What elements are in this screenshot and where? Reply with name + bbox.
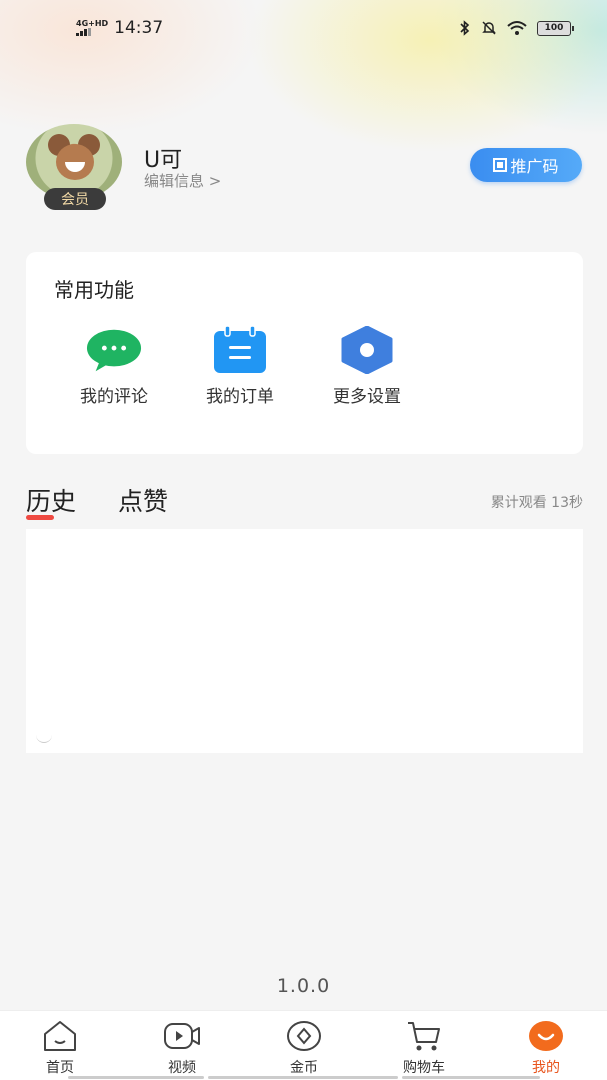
battery-level: 100 bbox=[544, 23, 564, 33]
active-tab-indicator bbox=[26, 515, 54, 520]
more-settings-button[interactable]: 更多设置 bbox=[317, 326, 417, 407]
promo-code-label: 推广码 bbox=[510, 157, 559, 176]
wifi-icon bbox=[507, 21, 527, 35]
cart-icon bbox=[384, 1019, 464, 1053]
watch-total-text: 累计观看 13秒 bbox=[490, 495, 583, 511]
app-version: 1.0.0 bbox=[276, 975, 331, 997]
nav-coins[interactable]: 金币 bbox=[264, 1019, 344, 1077]
nav-scroll-indicator-1 bbox=[68, 1076, 204, 1079]
edit-info-link[interactable]: 编辑信息 > bbox=[144, 170, 221, 191]
more-settings-label: 更多设置 bbox=[333, 387, 401, 407]
network-indicator: 4G+HD bbox=[76, 20, 108, 36]
network-label: 4G+HD bbox=[76, 19, 109, 28]
status-left: 4G+HD 14:37 bbox=[76, 18, 163, 38]
my-comments-label: 我的评论 bbox=[80, 387, 148, 407]
promo-code-button[interactable]: 推广码 bbox=[470, 148, 582, 182]
profile-header: 会员 U可 编辑信息 > 推广码 bbox=[26, 124, 586, 214]
common-functions-title: 常用功能 bbox=[54, 278, 134, 302]
my-comments-button[interactable]: 我的评论 bbox=[64, 326, 164, 407]
history-tabs: 历史 点赞 累计观看 13秒 bbox=[26, 482, 583, 522]
battery-icon: 100 bbox=[537, 20, 574, 36]
mute-bell-icon bbox=[482, 21, 496, 35]
nav-cart-label: 购物车 bbox=[403, 1060, 445, 1076]
order-clipboard-icon bbox=[212, 326, 268, 374]
nav-scroll-indicator-3 bbox=[402, 1076, 540, 1079]
nav-home[interactable]: 首页 bbox=[20, 1019, 100, 1077]
profile-icon bbox=[506, 1019, 586, 1053]
comment-bubble-icon bbox=[86, 326, 142, 374]
signal-icon bbox=[76, 28, 91, 36]
status-bar: 4G+HD 14:37 100 bbox=[0, 0, 607, 56]
qr-code-icon bbox=[493, 158, 508, 172]
my-orders-button[interactable]: 我的订单 bbox=[190, 326, 290, 407]
vip-badge: 会员 bbox=[44, 188, 106, 210]
nav-home-label: 首页 bbox=[46, 1060, 74, 1076]
nav-video[interactable]: 视频 bbox=[142, 1019, 222, 1077]
nav-cart[interactable]: 购物车 bbox=[384, 1019, 464, 1077]
home-icon bbox=[20, 1019, 100, 1053]
tab-history[interactable]: 历史 bbox=[26, 482, 76, 518]
nav-video-label: 视频 bbox=[168, 1060, 196, 1076]
status-right: 100 bbox=[459, 20, 574, 36]
coin-icon bbox=[264, 1019, 344, 1053]
bottom-nav: 首页 视频 金币 购物车 我的 bbox=[0, 1010, 607, 1080]
bluetooth-icon bbox=[460, 20, 470, 36]
common-functions-card: 常用功能 我的评论 我的订单 更多设置 bbox=[26, 252, 583, 454]
settings-hexagon-icon bbox=[339, 326, 395, 374]
my-orders-label: 我的订单 bbox=[206, 387, 274, 407]
clock: 14:37 bbox=[114, 18, 164, 38]
nav-profile-label: 我的 bbox=[532, 1060, 560, 1076]
loading-spinner-icon bbox=[36, 727, 52, 743]
tab-likes[interactable]: 点赞 bbox=[118, 482, 168, 518]
nav-scroll-indicator-2 bbox=[208, 1076, 398, 1079]
video-icon bbox=[142, 1019, 222, 1053]
nav-profile[interactable]: 我的 bbox=[506, 1019, 586, 1077]
history-list-panel bbox=[26, 529, 583, 753]
nav-coins-label: 金币 bbox=[290, 1060, 318, 1076]
